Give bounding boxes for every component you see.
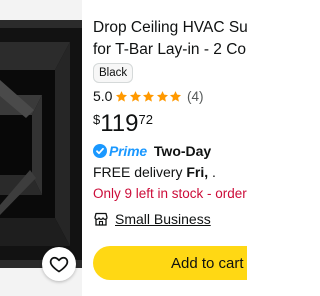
price-symbol: $ xyxy=(93,112,101,127)
small-business-label[interactable]: Small Business xyxy=(115,211,211,227)
product-title-line-1[interactable]: Drop Ceiling HVAC Sup xyxy=(93,17,247,39)
price: $11972 xyxy=(93,108,153,140)
star-icon xyxy=(156,90,168,102)
small-business-icon xyxy=(94,212,108,226)
delivery-info: FREE delivery Fri, . xyxy=(93,162,216,182)
review-count[interactable]: (4) xyxy=(187,89,204,104)
add-to-cart-button[interactable]: Add to cart xyxy=(93,246,247,280)
stock-warning: Only 9 left in stock - order s xyxy=(93,186,247,201)
prime-label: Prime xyxy=(109,143,147,159)
product-title[interactable]: Drop Ceiling HVAC Sup for T-Bar Lay-in -… xyxy=(93,17,247,61)
price-whole: 119 xyxy=(100,110,139,137)
favorite-button[interactable] xyxy=(42,247,76,281)
rating-value: 5.0 xyxy=(93,88,113,104)
prime-speed: Two-Day xyxy=(153,143,212,159)
price-fraction: 72 xyxy=(138,112,153,127)
product-info: Drop Ceiling HVAC Sup for T-Bar Lay-in -… xyxy=(93,0,247,296)
star-icon xyxy=(129,90,141,102)
product-title-line-2[interactable]: for T-Bar Lay-in - 2 Cor xyxy=(93,39,247,61)
prime-badge: Prime Two-Day xyxy=(93,142,211,160)
prime-check-icon xyxy=(93,144,107,158)
star-rating xyxy=(115,90,183,103)
delivery-prefix: FREE delivery xyxy=(93,164,187,180)
heart-outline-icon xyxy=(49,256,69,273)
star-icon xyxy=(143,90,155,102)
star-icon xyxy=(170,90,182,102)
rating-row[interactable]: 5.0 (4) xyxy=(93,86,203,106)
variant-badge: Black xyxy=(93,63,134,83)
delivery-day: Fri, xyxy=(186,164,209,180)
product-image-panel[interactable] xyxy=(0,0,82,296)
delivery-suffix: . xyxy=(208,164,216,180)
small-business-badge[interactable]: Small Business xyxy=(93,209,211,229)
star-icon xyxy=(116,90,128,102)
